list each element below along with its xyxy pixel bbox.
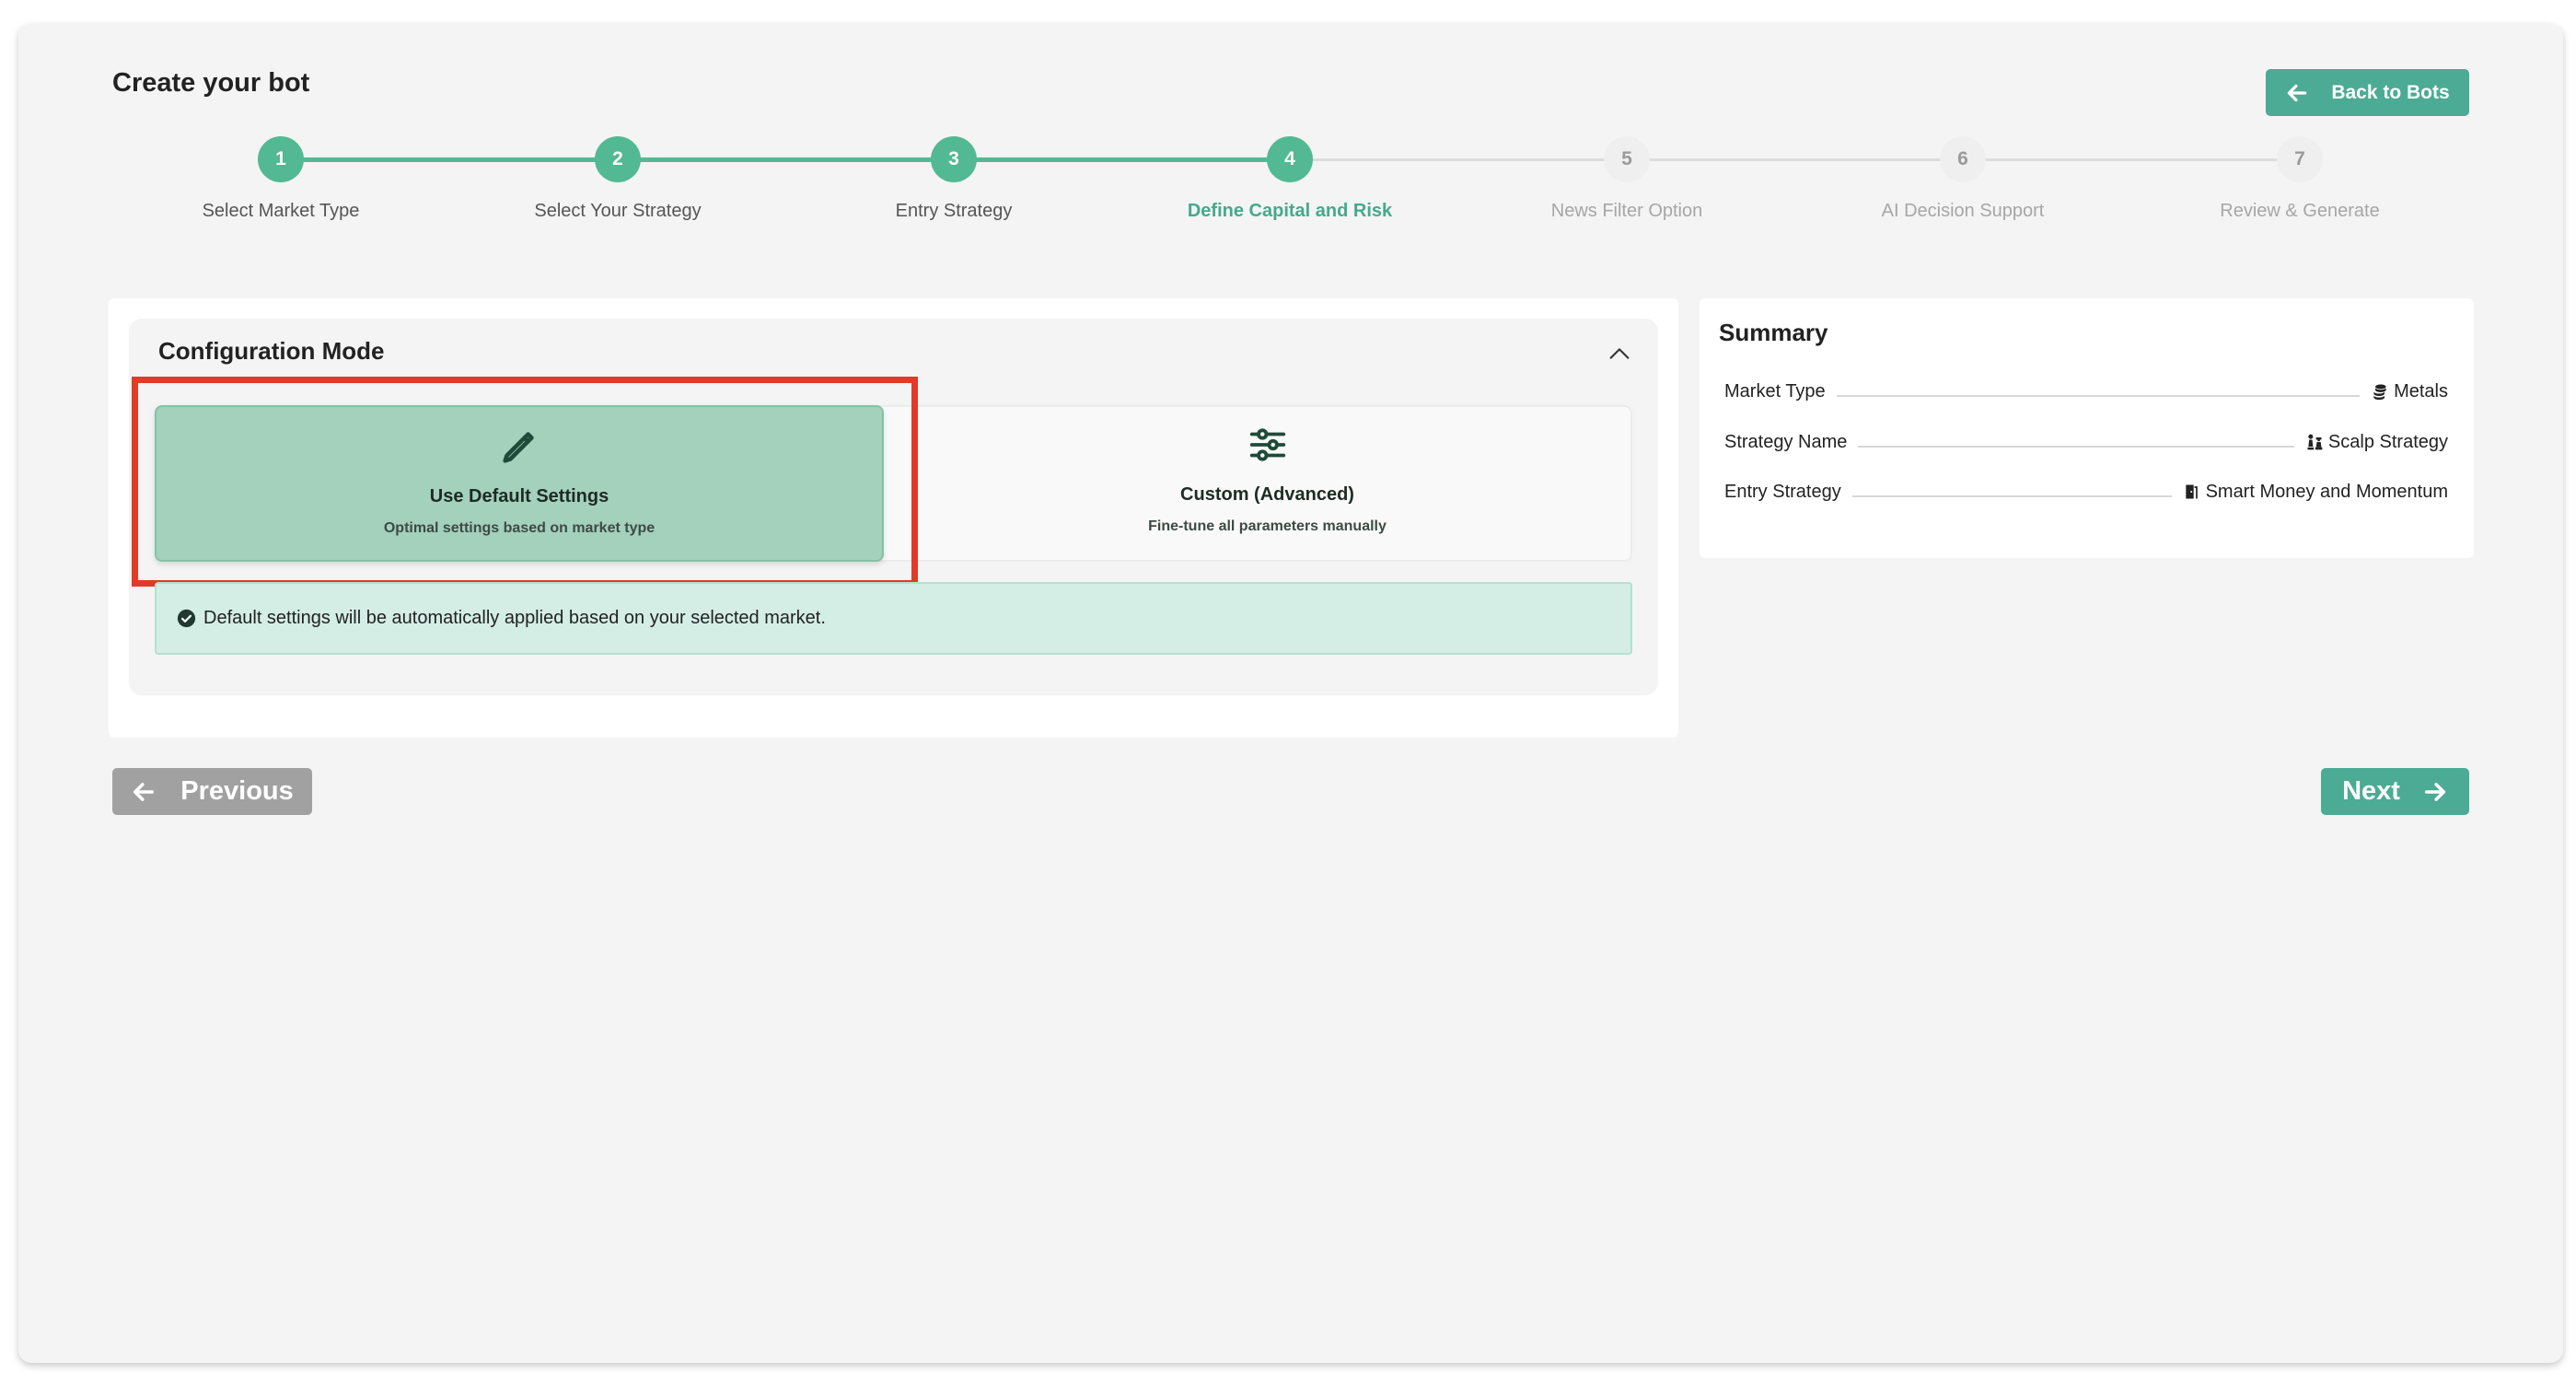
summary-label: Strategy Name	[1724, 431, 1848, 452]
step-4-label: Define Capital and Risk	[1187, 201, 1393, 221]
arrow-left-icon	[133, 782, 155, 801]
summary-row-entry-strategy: Entry Strategy Smart Money and Momentum	[1724, 478, 2448, 506]
summary-row-strategy-name: Strategy Name Scalp Strategy	[1724, 428, 2448, 456]
pencil-icon	[503, 432, 534, 463]
step-7-circle: 7	[2277, 136, 2323, 182]
previous-button[interactable]: Previous	[112, 768, 312, 815]
step-2[interactable]: 2 Select Your Strategy	[434, 136, 802, 222]
leader-line	[1836, 395, 2361, 397]
leader-line	[1851, 495, 2172, 497]
step-5-label: News Filter Option	[1550, 201, 1703, 221]
chess-icon	[2307, 434, 2323, 450]
sliders-icon	[1249, 428, 1285, 461]
summary-title: Summary	[1719, 319, 1828, 346]
step-5: 5 News Filter Option	[1443, 136, 1811, 222]
info-text: Default settings will be automatically a…	[203, 608, 826, 628]
previous-label: Previous	[180, 776, 294, 806]
step-2-circle: 2	[595, 136, 641, 182]
summary-value: Scalp Strategy	[2327, 431, 2448, 452]
step-6: 6 AI Decision Support	[1779, 136, 2147, 222]
step-6-label: AI Decision Support	[1881, 201, 2045, 221]
step-7-label: Review & Generate	[2220, 201, 2380, 221]
step-2-label: Select Your Strategy	[534, 201, 702, 221]
custom-option-subtitle: Fine-tune all parameters manually	[1148, 518, 1387, 534]
step-4[interactable]: 4 Define Capital and Risk	[1106, 136, 1474, 222]
step-4-circle: 4	[1267, 136, 1313, 182]
next-button[interactable]: Next	[2321, 768, 2469, 815]
default-option-subtitle: Optimal settings based on market type	[383, 520, 656, 536]
custom-option-title: Custom (Advanced)	[1180, 484, 1354, 505]
check-circle-icon	[177, 609, 196, 628]
default-settings-info: Default settings will be automatically a…	[155, 582, 1632, 655]
summary-row-market-type: Market Type Metals	[1724, 378, 2448, 405]
step-3-circle: 3	[931, 136, 977, 182]
summary-value: Metals	[2394, 380, 2448, 402]
step-3-label: Entry Strategy	[895, 201, 1013, 221]
step-3[interactable]: 3 Entry Strategy	[770, 136, 1138, 222]
custom-advanced-option[interactable]: Custom (Advanced) Fine-tune all paramete…	[902, 405, 1632, 562]
door-icon	[2185, 484, 2198, 499]
step-5-circle: 5	[1604, 136, 1650, 182]
step-1-label: Select Market Type	[202, 201, 360, 221]
arrow-right-icon	[2424, 782, 2446, 801]
configuration-mode-title: Configuration Mode	[158, 337, 385, 365]
step-1[interactable]: 1 Select Market Type	[97, 136, 465, 222]
next-label: Next	[2342, 776, 2400, 806]
coins-icon	[2373, 384, 2386, 401]
step-7: 7 Review & Generate	[2116, 136, 2484, 222]
summary-value: Smart Money and Momentum	[2205, 481, 2448, 502]
use-default-settings-option[interactable]: Use Default Settings Optimal settings ba…	[155, 405, 884, 562]
chevron-up-icon[interactable]	[1607, 341, 1632, 367]
summary-label: Entry Strategy	[1724, 481, 1841, 502]
leader-line	[1858, 446, 2294, 448]
step-1-circle: 1	[258, 136, 304, 182]
progress-stepper: 1 Select Market Type 2 Select Your Strat…	[0, 0, 2576, 239]
step-6-circle: 6	[1940, 136, 1986, 182]
summary-label: Market Type	[1724, 380, 1826, 402]
default-option-title: Use Default Settings	[429, 486, 609, 506]
